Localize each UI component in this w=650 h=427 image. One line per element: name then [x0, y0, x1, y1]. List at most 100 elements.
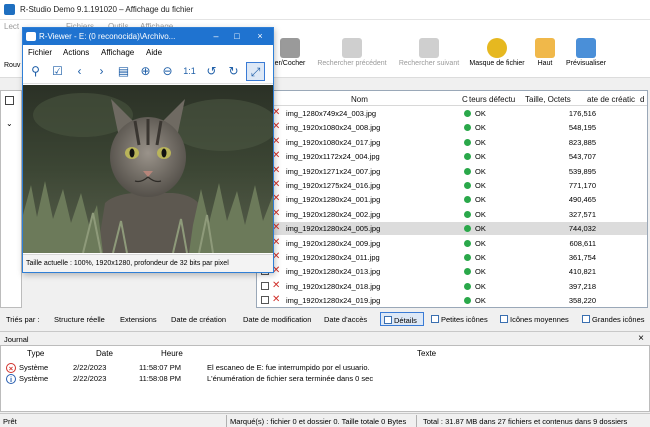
sort-access-date[interactable]: Date d'accès: [324, 315, 367, 324]
journal-row[interactable]: × Système 2/22/2023 11:58:07 PM El escan…: [1, 362, 650, 373]
viewer-menu-affichage[interactable]: Affichage: [101, 48, 134, 57]
status-ok-icon: [464, 124, 471, 132]
sort-extensions[interactable]: Extensions: [120, 315, 157, 324]
sort-structure[interactable]: Structure réelle: [54, 315, 105, 324]
column-name[interactable]: Nom: [351, 95, 368, 104]
view-details[interactable]: Détails: [380, 312, 424, 326]
file-list-header: Nom C teurs défectu Taille, Octets ate d…: [257, 91, 647, 106]
journal-log[interactable]: Type Date Heure Texte × Système 2/22/202…: [0, 345, 650, 412]
table-row[interactable]: ✕ img_1920x1280x24_019.jpg OK 358,220: [257, 294, 647, 307]
table-row[interactable]: ✕ img_1920x1280x24_009.jpg OK 608,611: [257, 237, 647, 250]
column-created[interactable]: ate de créatic: [587, 95, 635, 104]
large-icons-view-icon: [582, 315, 590, 323]
pin-icon[interactable]: ⚲: [26, 62, 45, 81]
table-row[interactable]: ✕ img_1920x1280x24_018.jpg OK 397,218: [257, 280, 647, 293]
up-label: Haut: [537, 60, 553, 67]
journal-col-time[interactable]: Heure: [161, 349, 183, 358]
search-next-label: Rechercher suivant: [398, 60, 460, 67]
main-window-title: R-Studio Demo 9.1.191020 – Affichage du …: [20, 5, 194, 14]
viewer-status-text: Taille actuelle : 100%, 1920x1280, profo…: [26, 260, 229, 267]
column-c[interactable]: C: [462, 95, 468, 104]
table-row[interactable]: ✕ img_1920x1280x24_011.jpg OK 361,754: [257, 251, 647, 264]
status-ok-icon: [464, 110, 471, 117]
file-status: OK: [475, 238, 486, 248]
table-row[interactable]: ✕ img_1920x1271x24_007.jpg OK 539,895: [257, 165, 647, 178]
sort-modification-date[interactable]: Date de modification: [243, 315, 311, 324]
table-row[interactable]: ✕ img_1920x1275x24_016.jpg OK 771,170: [257, 179, 647, 192]
file-name: img_1920x1280x24_009.jpg: [286, 238, 381, 248]
table-row[interactable]: ✕ img_1920x1280x24_013.jpg OK 410,821: [257, 265, 647, 278]
close-icon[interactable]: ×: [638, 333, 644, 344]
table-row[interactable]: ✕ img_1920x1080x24_017.jpg OK 823,885: [257, 136, 647, 149]
next-icon[interactable]: ›: [92, 62, 111, 81]
viewer-statusbar: Taille actuelle : 100%, 1920x1280, profo…: [23, 254, 273, 272]
actual-size-icon[interactable]: 1:1: [180, 62, 199, 81]
view-medium-icons[interactable]: Icônes moyennes: [500, 312, 574, 326]
sort-label: Triés par :: [6, 315, 40, 324]
r-viewer-window[interactable]: R-Viewer - E: (0 reconocida)\Archivo... …: [22, 27, 274, 273]
zoom-out-icon[interactable]: ⊖: [158, 62, 177, 81]
rotate-right-icon[interactable]: ↻: [224, 62, 243, 81]
journal-col-type[interactable]: Type: [27, 349, 44, 358]
file-size: 490,465: [568, 195, 596, 205]
search-next-button[interactable]: Rechercher suivant: [393, 34, 465, 78]
close-icon[interactable]: ×: [253, 30, 267, 43]
preview-button[interactable]: Prévisualiser: [561, 34, 611, 78]
file-name: img_1280x749x24_003.jpg: [286, 109, 377, 118]
file-size: 397,218: [568, 281, 596, 291]
journal-text: L'énumération de fichier sera terminée d…: [207, 374, 374, 383]
status-ok-icon: [464, 153, 471, 161]
maximize-icon[interactable]: □: [230, 30, 244, 43]
row-checkbox[interactable]: [261, 281, 269, 290]
view-large-icons[interactable]: Grandes icônes: [582, 312, 648, 326]
journal-row[interactable]: i Système 2/22/2023 11:58:08 PM L'énumér…: [1, 373, 650, 384]
checkbox-icon[interactable]: ☑: [48, 62, 67, 81]
column-size[interactable]: Taille, Octets: [525, 95, 571, 104]
status-bar: Prêt Marqué(s) : fichier 0 et dossier 0.…: [0, 413, 650, 427]
fit-window-icon[interactable]: ⤢: [246, 62, 265, 81]
column-d[interactable]: d: [640, 95, 644, 104]
file-mask-button[interactable]: Masque de fichier: [466, 34, 528, 78]
table-row[interactable]: ✕ img_1920x1280x24_002.jpg OK 327,571: [257, 208, 647, 221]
menu-item-lect[interactable]: Lect: [4, 22, 19, 31]
column-defect[interactable]: teurs défectu: [469, 95, 515, 104]
search-previous-button[interactable]: Rechercher précédent: [312, 34, 392, 78]
view-small-icons[interactable]: Petites icônes: [431, 312, 493, 326]
table-row[interactable]: ✕ img_1920x1280x24_005.jpg OK 744,032: [257, 222, 647, 236]
viewer-menu-aide[interactable]: Aide: [146, 48, 162, 57]
zoom-in-icon[interactable]: ⊕: [136, 62, 155, 81]
journal-type: Système: [19, 363, 49, 372]
preview-label: Prévisualiser: [565, 60, 607, 67]
file-name: img_1920x1271x24_007.jpg: [286, 166, 381, 176]
table-row[interactable]: ✕ img_1920x1080x24_008.jpg OK 548,195: [257, 121, 647, 134]
row-checkbox[interactable]: [261, 296, 269, 305]
status-marked: Marqué(s) : fichier 0 et dossier 0. Tail…: [230, 417, 407, 426]
up-button[interactable]: Haut: [530, 34, 560, 78]
prev-icon[interactable]: ‹: [70, 62, 89, 81]
info-icon: i: [6, 374, 16, 384]
file-status: OK: [475, 209, 486, 219]
app-icon: [4, 4, 15, 15]
file-size: 548,195: [568, 123, 596, 133]
journal-col-text[interactable]: Texte: [417, 349, 436, 358]
table-row[interactable]: ✕ img_1280x749x24_003.jpg OK 176,516: [257, 107, 647, 120]
table-row[interactable]: ✕ img_1920x1280x24_001.jpg OK 490,465: [257, 193, 647, 206]
viewer-menu-actions[interactable]: Actions: [63, 48, 89, 57]
file-list[interactable]: Nom C teurs défectu Taille, Octets ate d…: [256, 90, 648, 308]
file-status: OK: [475, 123, 486, 133]
rotate-left-icon[interactable]: ↺: [202, 62, 221, 81]
viewer-menu-fichier[interactable]: Fichier: [28, 48, 52, 57]
table-row[interactable]: ✕ img_1920x1172x24_004.jpg OK 543,707: [257, 150, 647, 163]
status-ok-icon: [464, 210, 471, 218]
open-folder-icon[interactable]: ▤: [114, 62, 133, 81]
viewer-titlebar[interactable]: R-Viewer - E: (0 reconocida)\Archivo... …: [23, 28, 273, 45]
chevron-down-icon[interactable]: ⌄: [6, 119, 13, 128]
tree-checkbox[interactable]: [5, 96, 14, 105]
cocher-button[interactable]: er/Cocher: [270, 34, 310, 78]
status-ready: Prêt: [3, 417, 17, 426]
file-status: OK: [475, 166, 486, 176]
journal-col-date[interactable]: Date: [96, 349, 113, 358]
sort-creation-date[interactable]: Date de création: [171, 315, 226, 324]
minimize-icon[interactable]: –: [209, 30, 223, 43]
folder-tree[interactable]: ⌄: [0, 90, 22, 308]
